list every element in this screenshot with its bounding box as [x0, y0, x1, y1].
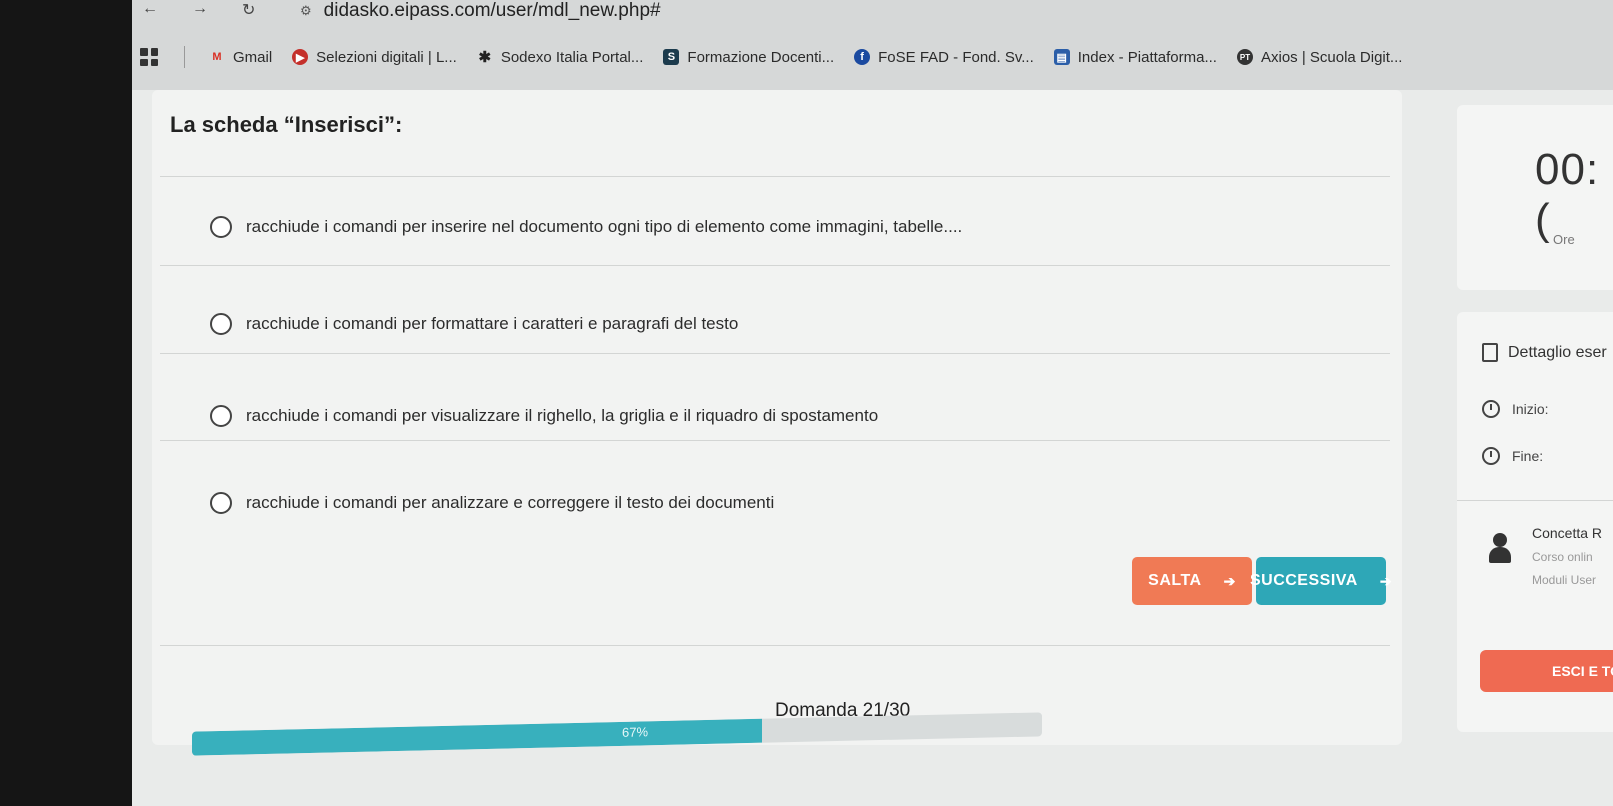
exercise-detail-header: Dettaglio eser — [1482, 343, 1607, 362]
screen-bezel — [0, 0, 132, 806]
user-info: Concetta R Corso onlin Moduli User — [1488, 525, 1602, 587]
detail-label: Dettaglio eser — [1508, 343, 1607, 361]
fose-icon: f — [854, 49, 871, 65]
bookmark-axios[interactable]: PT Axios | Scuola Digit... — [1236, 48, 1403, 66]
question-title: La scheda “Inserisci”: — [170, 112, 403, 137]
forward-icon[interactable]: → — [192, 0, 208, 22]
timer-unit-label: Ore — [1553, 232, 1575, 247]
divider — [160, 353, 1390, 354]
clock-icon — [1482, 400, 1500, 418]
bookmark-label: Axios | Scuola Digit... — [1260, 48, 1403, 66]
answer-text: racchiude i comandi per formattare i car… — [246, 314, 739, 333]
radio-button[interactable] — [210, 216, 232, 238]
divider — [1457, 500, 1613, 501]
bookmark-sodexo[interactable]: ✱ Sodexo Italia Portal... — [477, 48, 644, 67]
apps-grid-icon[interactable] — [140, 48, 158, 66]
address-bar[interactable]: ⚙ didasko.eipass.com/user/mdl_new.php# — [300, 0, 661, 22]
skip-button[interactable]: SALTA ➔ — [1132, 557, 1252, 605]
answer-option-2[interactable]: racchiude i comandi per formattare i car… — [210, 313, 738, 335]
bookmark-fose-fad[interactable]: f FoSE FAD - Fond. Sv... — [854, 49, 1034, 66]
answer-text: racchiude i comandi per analizzare e cor… — [246, 493, 775, 512]
divider — [160, 645, 1390, 646]
divider — [160, 265, 1390, 266]
arrow-right-icon: ➔ — [1379, 572, 1393, 589]
bookmark-formazione-docenti[interactable]: S Formazione Docenti... — [663, 49, 834, 66]
bookmark-label: Gmail — [233, 48, 273, 66]
bookmark-label: Selezioni digitali | L... — [316, 48, 457, 66]
answer-option-3[interactable]: racchiude i comandi per visualizzare il … — [210, 405, 878, 427]
document-icon — [1482, 343, 1498, 362]
bookmark-index-piattaforma[interactable]: ▤ Index - Piattaforma... — [1053, 48, 1217, 66]
sf-icon: S — [663, 49, 680, 65]
url-text: didasko.eipass.com/user/mdl_new.php# — [323, 0, 661, 21]
clock-icon — [1482, 447, 1500, 465]
back-icon[interactable]: ← — [142, 0, 158, 22]
bookmark-gmail[interactable]: M Gmail — [209, 49, 272, 66]
bookmark-label: Sodexo Italia Portal... — [500, 48, 644, 66]
user-avatar-icon — [1488, 533, 1512, 565]
next-button[interactable]: SUCCESSIVA ➔ — [1250, 557, 1392, 605]
gmail-icon: M — [212, 51, 222, 63]
bookmark-label: FoSE FAD - Fond. Sv... — [878, 48, 1034, 66]
answer-text: racchiude i comandi per visualizzare il … — [246, 406, 879, 425]
end-time-row: Fine: — [1482, 447, 1543, 465]
browser-nav: ← → ↻ — [142, 0, 255, 22]
answer-text: racchiude i comandi per inserire nel doc… — [246, 217, 963, 236]
radio-button[interactable] — [210, 313, 232, 335]
site-info-icon[interactable]: ⚙ — [300, 3, 312, 19]
start-time-row: Inizio: — [1482, 400, 1549, 418]
bookmarks-bar: M Gmail ▶ Selezioni digitali | L... ✱ So… — [140, 44, 1422, 70]
divider — [160, 440, 1390, 441]
user-module: Moduli User — [1532, 573, 1597, 587]
progress-label: 67% — [622, 724, 649, 740]
bookmarks-divider — [184, 46, 185, 68]
radio-button[interactable] — [210, 492, 232, 514]
reload-icon[interactable]: ↻ — [242, 0, 255, 22]
divider — [160, 176, 1390, 177]
arrow-right-icon: ➔ — [1223, 572, 1236, 589]
next-label: SUCCESSIVA — [1249, 572, 1358, 589]
user-name: Concetta R — [1532, 525, 1603, 541]
page-icon: ▤ — [1053, 49, 1070, 65]
exit-button[interactable]: ESCI E TO — [1480, 650, 1613, 692]
star-icon: ✱ — [478, 49, 492, 66]
bookmark-label: Index - Piattaforma... — [1077, 48, 1217, 66]
bookmark-label: Formazione Docenti... — [687, 48, 835, 66]
user-course: Corso onlin — [1532, 550, 1593, 564]
start-label: Inizio: — [1512, 401, 1549, 417]
answer-option-4[interactable]: racchiude i comandi per analizzare e cor… — [210, 492, 774, 514]
bookmark-selezioni-digitali[interactable]: ▶ Selezioni digitali | L... — [292, 49, 457, 66]
axios-icon: PT — [1236, 49, 1253, 65]
end-label: Fine: — [1512, 448, 1544, 464]
skip-label: SALTA — [1148, 572, 1202, 589]
radio-button[interactable] — [210, 405, 232, 427]
answer-option-1[interactable]: racchiude i comandi per inserire nel doc… — [210, 216, 962, 238]
timer-display: 00:( — [1535, 145, 1600, 244]
youtube-icon: ▶ — [292, 49, 309, 65]
